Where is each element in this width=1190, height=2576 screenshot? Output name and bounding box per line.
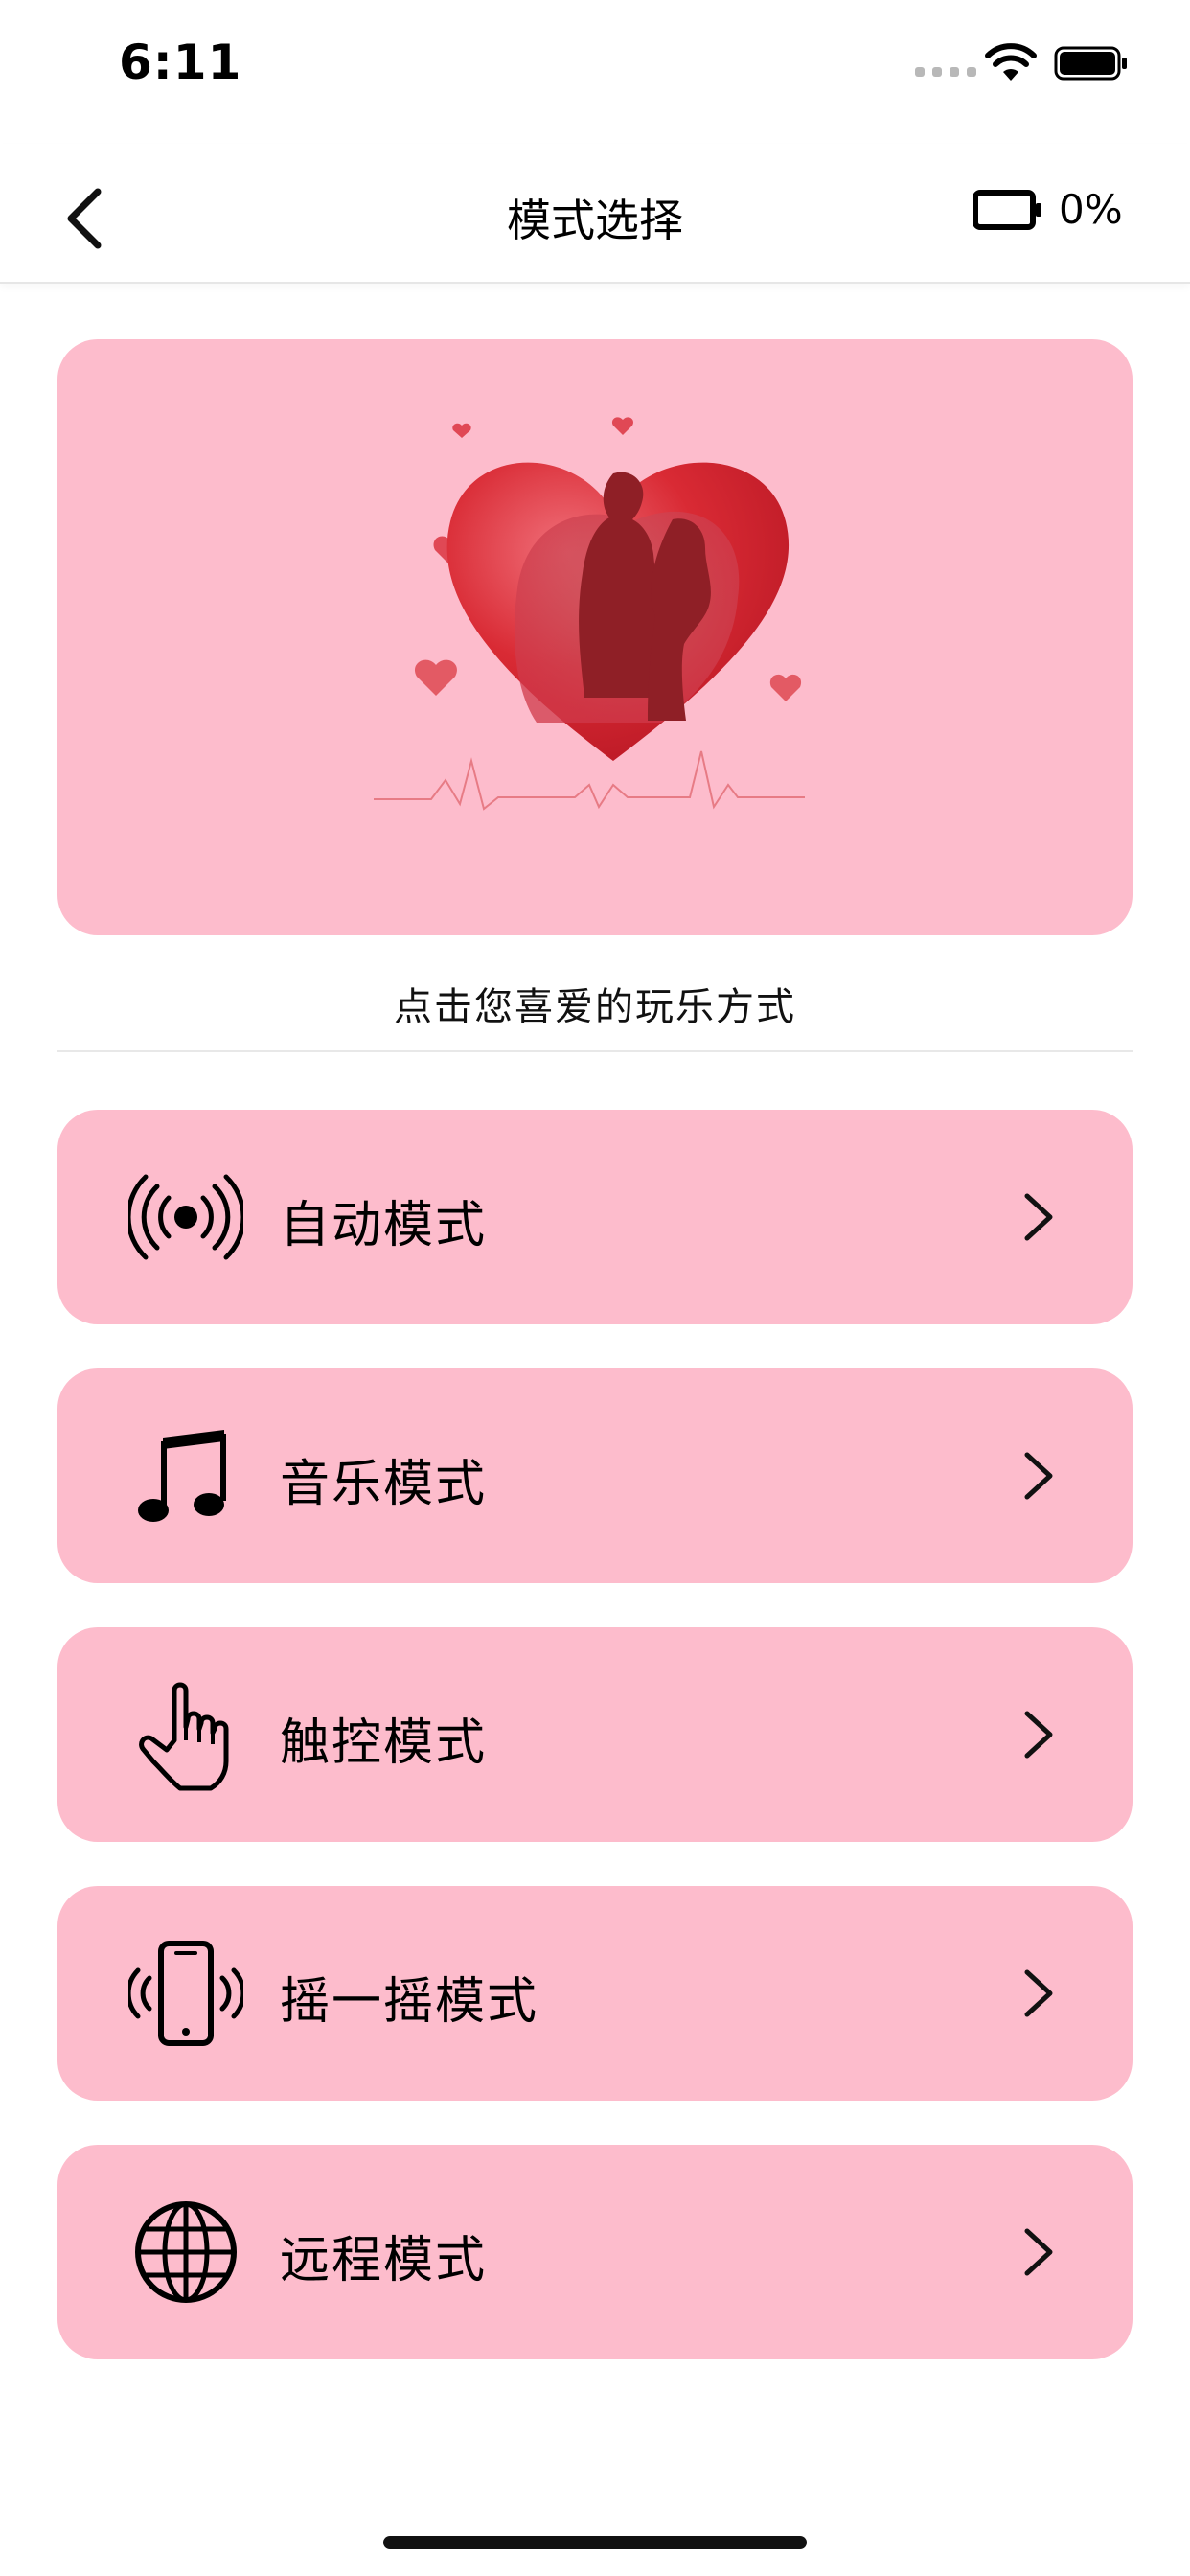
chevron-right-icon — [1024, 1711, 1053, 1759]
broadcast-icon — [128, 1174, 243, 1260]
navigation-bar: 模式选择 0% — [0, 144, 1190, 284]
mode-item-touch[interactable]: 触控模式 — [57, 1627, 1133, 1842]
shake-phone-icon — [128, 1941, 243, 2046]
battery-icon — [1054, 46, 1127, 80]
home-indicator[interactable] — [383, 2536, 807, 2549]
chevron-right-icon — [1024, 1969, 1053, 2017]
battery-percent: 0% — [1059, 186, 1123, 233]
section-subtitle: 点击您喜爱的玩乐方式 — [394, 985, 796, 1029]
mode-label: 自动模式 — [280, 1197, 488, 1254]
pointing-hand-icon — [139, 1682, 229, 1791]
mode-item-auto[interactable]: 自动模式 — [57, 1110, 1133, 1324]
music-note-icon — [138, 1430, 226, 1522]
status-time: 6:11 — [119, 34, 242, 90]
hero-banner — [57, 339, 1133, 935]
battery-icon — [973, 189, 1041, 230]
mode-item-shake[interactable]: 摇一摇模式 — [57, 1886, 1133, 2101]
mode-label: 摇一摇模式 — [280, 1973, 539, 2031]
couple-heart-illustration — [374, 417, 805, 811]
globe-icon — [135, 2201, 237, 2303]
mode-label: 远程模式 — [280, 2232, 488, 2289]
status-bar: 6:11 — [0, 0, 1190, 144]
mode-item-music[interactable]: 音乐模式 — [57, 1368, 1133, 1583]
mode-label: 触控模式 — [280, 1714, 488, 1772]
chevron-right-icon — [1024, 2228, 1053, 2276]
wifi-icon — [985, 43, 1037, 80]
cellular-signal-icon — [915, 67, 976, 77]
divider — [57, 1050, 1133, 1052]
chevron-right-icon — [1024, 1452, 1053, 1500]
chevron-right-icon — [1024, 1193, 1053, 1241]
mode-item-remote[interactable]: 远程模式 — [57, 2145, 1133, 2359]
device-battery: 0% — [973, 186, 1123, 233]
mode-label: 音乐模式 — [280, 1456, 488, 1513]
